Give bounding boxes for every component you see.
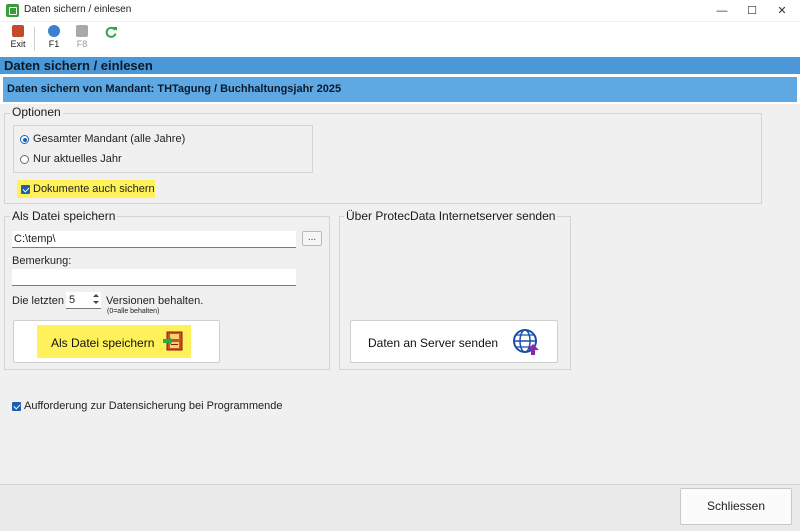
- remark-input[interactable]: [12, 269, 296, 286]
- close-window-button[interactable]: ✕: [764, 0, 800, 22]
- close-button[interactable]: Schliessen: [680, 488, 792, 525]
- send-server-button[interactable]: Daten an Server senden: [350, 320, 558, 363]
- section-header: Daten sichern / einlesen: [0, 57, 800, 74]
- radio-current-year-label[interactable]: Nur aktuelles Jahr: [33, 153, 122, 165]
- refresh-icon: [105, 26, 117, 38]
- spinner-up-icon[interactable]: [92, 292, 100, 299]
- documents-checkbox[interactable]: [21, 185, 30, 194]
- save-file-icon: [163, 331, 183, 351]
- save-file-button[interactable]: Als Datei speichern: [13, 320, 220, 363]
- help-icon: [48, 25, 60, 37]
- keep-prefix-label: Die letzten: [12, 295, 64, 307]
- browse-button[interactable]: ...: [302, 231, 322, 246]
- help-button[interactable]: F1: [40, 25, 68, 53]
- radio-all-years-label[interactable]: Gesamter Mandant (alle Jahre): [33, 133, 185, 145]
- f8-button[interactable]: F8: [68, 25, 96, 53]
- toolbar: Exit F1 F8: [0, 22, 800, 56]
- exit-button[interactable]: Exit: [4, 25, 32, 53]
- options-title: Optionen: [10, 105, 63, 119]
- refresh-button[interactable]: [97, 25, 125, 53]
- server-title: Über ProtecData Internetserver senden: [344, 209, 558, 223]
- spinner-down-icon[interactable]: [92, 300, 100, 307]
- documents-label[interactable]: Dokumente auch sichern: [33, 183, 155, 195]
- remark-label: Bemerkung:: [12, 255, 72, 267]
- exit-icon: [12, 25, 24, 37]
- versions-spinner[interactable]: 5: [66, 292, 101, 309]
- help-label: F1: [48, 39, 60, 49]
- exit-label: Exit: [10, 39, 26, 49]
- print-icon: [76, 25, 88, 37]
- send-server-label: Daten an Server senden: [368, 336, 499, 350]
- path-input[interactable]: C:\temp\: [12, 231, 296, 248]
- app-icon: [6, 4, 19, 17]
- file-save-title: Als Datei speichern: [10, 209, 118, 223]
- radio-all-years[interactable]: [20, 135, 29, 144]
- toolbar-separator: [34, 27, 35, 51]
- radio-current-year[interactable]: [20, 155, 29, 164]
- versions-value[interactable]: 5: [69, 294, 75, 306]
- globe-upload-icon: [513, 329, 539, 355]
- title-bar: Daten sichern / einlesen — ☐ ✕: [0, 0, 800, 22]
- save-file-label: Als Datei speichern: [51, 336, 155, 350]
- window-title: Daten sichern / einlesen: [24, 4, 132, 15]
- f8-label: F8: [76, 39, 88, 49]
- keep-hint-label: (0=alle behalten): [107, 308, 160, 315]
- reminder-label[interactable]: Aufforderung zur Datensicherung bei Prog…: [24, 400, 282, 412]
- reminder-checkbox[interactable]: [12, 402, 21, 411]
- mandant-bar: Daten sichern von Mandant: THTagung / Bu…: [3, 77, 797, 102]
- keep-suffix-label: Versionen behalten.: [106, 295, 204, 307]
